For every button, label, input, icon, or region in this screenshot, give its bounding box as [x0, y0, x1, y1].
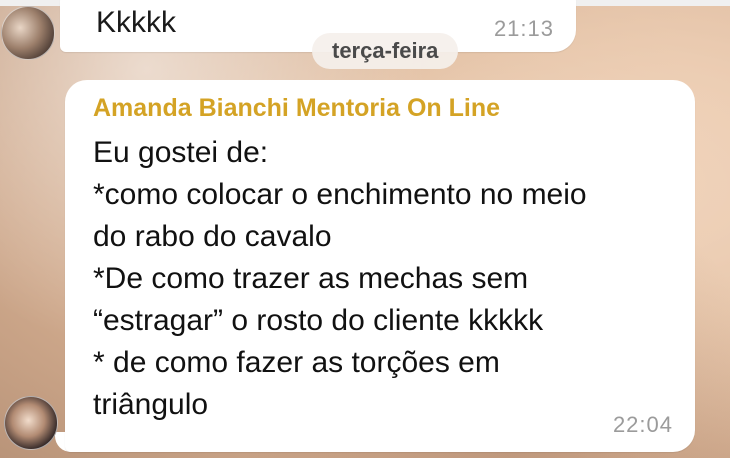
message-line: * de como fazer as torções em: [93, 346, 500, 379]
message-body: Eu gostei de: *como colocar o enchimento…: [93, 132, 683, 426]
message-bubble[interactable]: Amanda Bianchi Mentoria On Line Eu goste…: [65, 80, 695, 452]
message-text: Kkkkk: [96, 6, 177, 39]
message-timestamp: 21:13: [493, 16, 554, 41]
message-line: *como colocar o enchimento no meio: [93, 178, 587, 211]
sender-avatar[interactable]: [1, 6, 55, 60]
sender-name[interactable]: Amanda Bianchi Mentoria On Line: [93, 94, 500, 123]
message-line: “estragar” o rosto do cliente kkkkk: [93, 304, 544, 337]
message-line: do rabo do cavalo: [93, 220, 332, 253]
message-line: *De como trazer as mechas sem: [93, 262, 529, 295]
message-timestamp: 22:04: [612, 412, 673, 437]
sender-avatar[interactable]: [4, 396, 58, 450]
date-separator: terça-feira: [312, 33, 459, 69]
message-line: Eu gostei de:: [93, 136, 269, 169]
message-line: triângulo: [93, 388, 209, 421]
